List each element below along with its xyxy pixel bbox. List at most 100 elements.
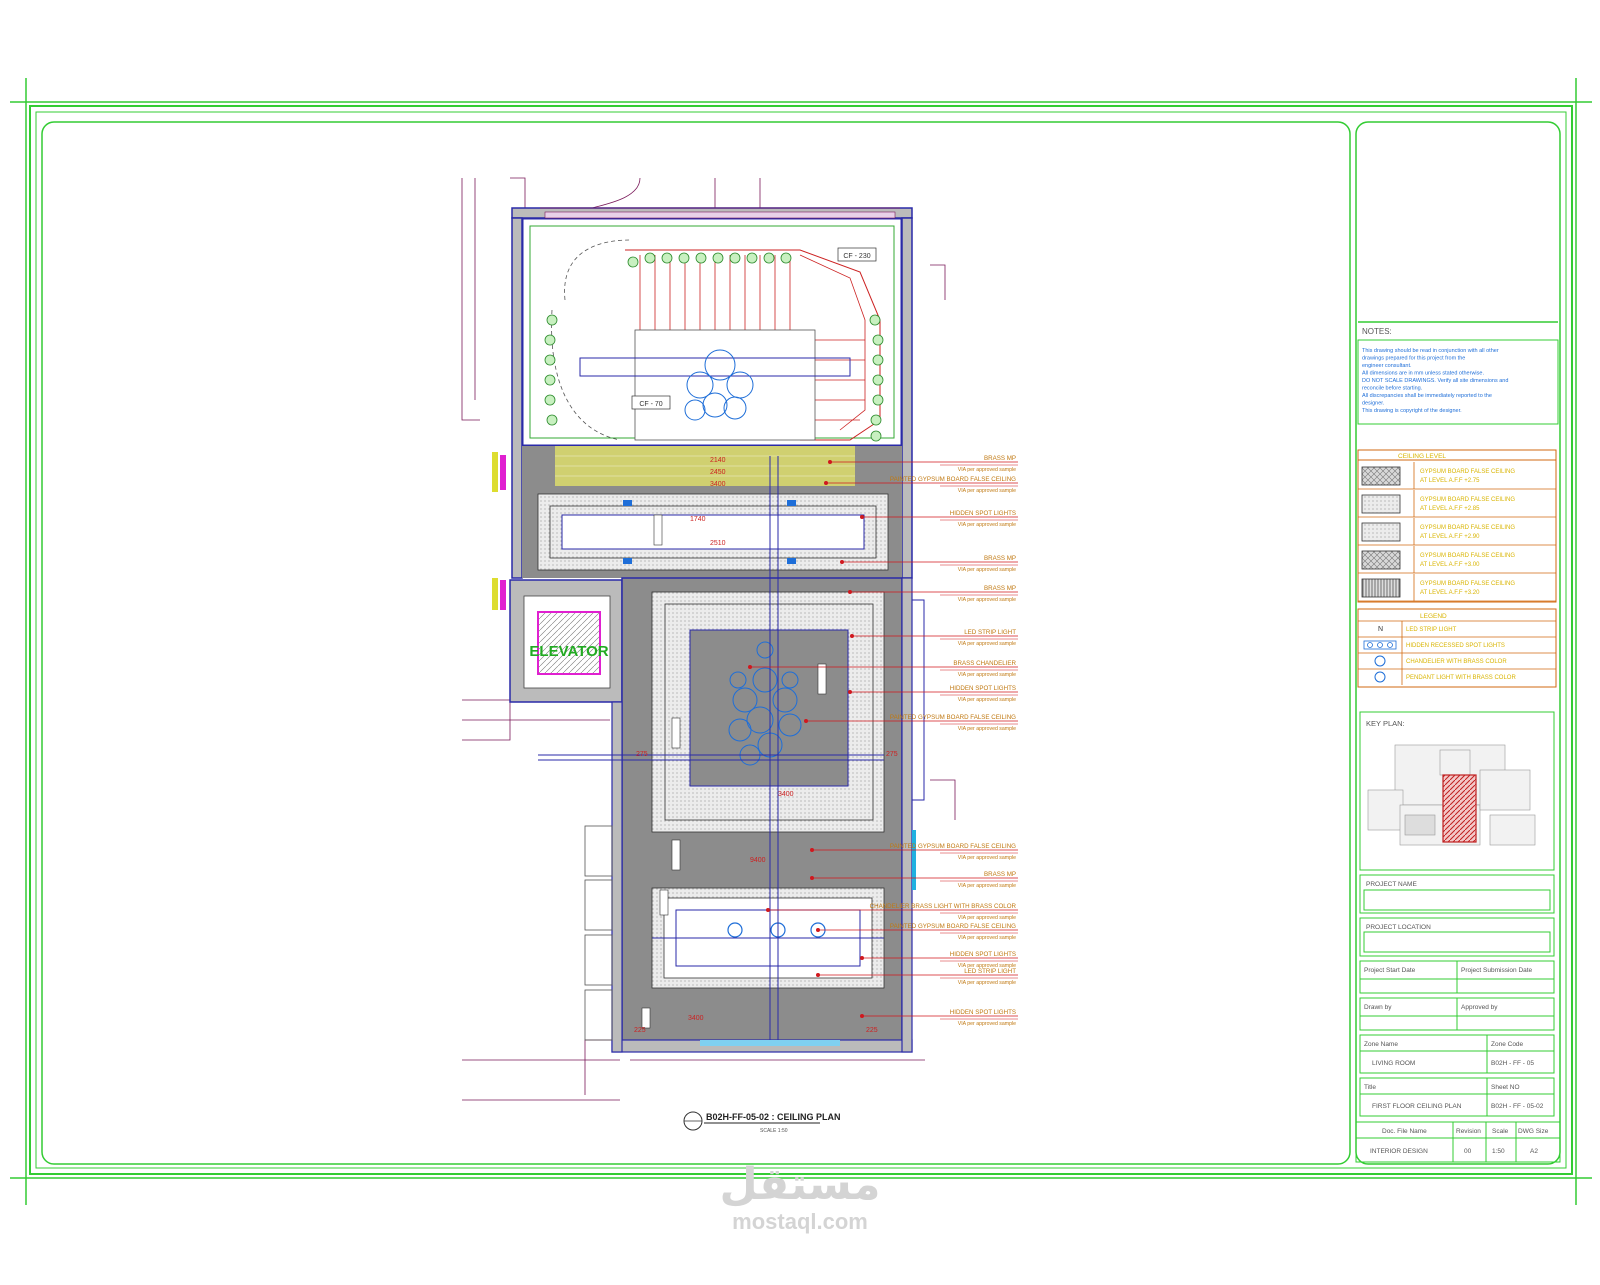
ceiling-level-title: CEILING LEVEL bbox=[1398, 453, 1446, 460]
key-plan-highlight bbox=[1442, 774, 1477, 843]
annotation-label: BRASS MP bbox=[984, 555, 1016, 562]
dimension: 225 bbox=[866, 1027, 878, 1034]
note-line: designer. bbox=[1362, 401, 1385, 407]
dwg-size-label: DWG Size bbox=[1518, 1128, 1549, 1135]
note-line: engineer consultant. bbox=[1362, 363, 1412, 369]
annotation-note: VIA per approved sample bbox=[958, 567, 1016, 573]
elevator-label: ELEVATOR bbox=[529, 643, 608, 660]
doc-file-label: Doc. File Name bbox=[1382, 1128, 1427, 1135]
annotation-label: PAINTED GYPSUM BOARD FALSE CEILING bbox=[890, 843, 1016, 850]
legend-symbol: N bbox=[1378, 626, 1383, 633]
annotation-label: BRASS MP bbox=[984, 871, 1016, 878]
annotation-note: VIA per approved sample bbox=[958, 641, 1016, 647]
dimension: 3400 bbox=[710, 481, 726, 488]
legend-label: LED STRIP LIGHT bbox=[1406, 627, 1457, 633]
note-line: drawings prepared for this project from … bbox=[1362, 356, 1465, 362]
dimension: 225 bbox=[634, 1027, 646, 1034]
annotation-note: VIA per approved sample bbox=[958, 697, 1016, 703]
ceiling-swatch bbox=[1361, 494, 1401, 514]
zone-code: B02H - FF - 05 bbox=[1491, 1060, 1534, 1067]
note-line: This drawing should be read in conjuncti… bbox=[1362, 348, 1499, 354]
legend-label: CHANDELIER WITH BRASS COLOR bbox=[1406, 659, 1507, 665]
start-date-label: Project Start Date bbox=[1364, 967, 1416, 974]
dimension: 275 bbox=[636, 751, 648, 758]
title-label: Title bbox=[1364, 1084, 1376, 1091]
ceiling-level-line1: GYPSUM BOARD FALSE CEILING bbox=[1420, 469, 1515, 475]
dimension: 2510 bbox=[710, 540, 726, 547]
annotation-note: VIA per approved sample bbox=[958, 1021, 1016, 1027]
dimension: 2450 bbox=[710, 469, 726, 476]
ceiling-level-line1: GYPSUM BOARD FALSE CEILING bbox=[1420, 581, 1515, 587]
annotation-label: CHANDELIER BRASS LIGHT WITH BRASS COLOR bbox=[870, 903, 1017, 910]
project-location-label: PROJECT LOCATION bbox=[1366, 924, 1431, 931]
zone-code-label: Zone Code bbox=[1491, 1041, 1524, 1048]
chandelier-icon bbox=[1374, 655, 1386, 667]
zone-name: LIVING ROOM bbox=[1372, 1060, 1415, 1067]
project-name-label: PROJECT NAME bbox=[1366, 881, 1417, 888]
dimension: 2140 bbox=[710, 457, 726, 464]
dimension: 1740 bbox=[690, 516, 706, 523]
annotation-label: PAINTED GYPSUM BOARD FALSE CEILING bbox=[890, 714, 1016, 721]
note-line: reconcile before starting. bbox=[1362, 386, 1423, 392]
annotation-label: HIDDEN SPOT LIGHTS bbox=[950, 685, 1016, 692]
ceiling-swatch bbox=[1361, 522, 1401, 542]
plan-title-block: B02H-FF-05-02 : CEILING PLAN SCALE 1:50 bbox=[683, 1111, 841, 1134]
annotation-note: VIA per approved sample bbox=[958, 488, 1016, 494]
annotation-label: LED STRIP LIGHT bbox=[964, 968, 1016, 975]
legend-label: PENDANT LIGHT WITH BRASS COLOR bbox=[1406, 675, 1516, 681]
ceiling-level-line1: GYPSUM BOARD FALSE CEILING bbox=[1420, 525, 1515, 531]
note-line: All dimensions are in mm unless stated o… bbox=[1362, 371, 1484, 377]
ceiling-level-line1: GYPSUM BOARD FALSE CEILING bbox=[1420, 497, 1515, 503]
plan-title: B02H-FF-05-02 : CEILING PLAN bbox=[706, 1112, 841, 1122]
annotation-note: VIA per approved sample bbox=[958, 915, 1016, 921]
ceiling-level-line2: AT LEVEL A.F.F +2.75 bbox=[1420, 478, 1480, 484]
note-line: This drawing is copyright of the designe… bbox=[1362, 408, 1462, 414]
ceiling-level-line2: AT LEVEL A.F.F +2.85 bbox=[1420, 506, 1480, 512]
scale: 1:50 bbox=[1492, 1148, 1505, 1155]
annotation-note: VIA per approved sample bbox=[958, 883, 1016, 889]
watermark: مستقل mostaql.com bbox=[640, 1160, 960, 1234]
annotation-note: VIA per approved sample bbox=[958, 726, 1016, 732]
dimension: 275 bbox=[886, 751, 898, 758]
dwg-size: A2 bbox=[1530, 1148, 1538, 1155]
annotation-label: BRASS CHANDELIER bbox=[953, 660, 1016, 667]
notes-title: NOTES: bbox=[1362, 327, 1392, 336]
annotation-label: PAINTED GYPSUM BOARD FALSE CEILING bbox=[890, 923, 1016, 930]
ceiling-swatch bbox=[1361, 466, 1401, 486]
sheet-no: B02H - FF - 05-02 bbox=[1491, 1103, 1544, 1110]
dimension: 3400 bbox=[778, 791, 794, 798]
ceiling-level-line1: GYPSUM BOARD FALSE CEILING bbox=[1420, 553, 1515, 559]
key-plan-title: KEY PLAN: bbox=[1366, 719, 1405, 728]
revision-label: Revision bbox=[1456, 1128, 1481, 1135]
scale-label: Scale bbox=[1492, 1128, 1509, 1135]
watermark-latin: mostaql.com bbox=[732, 1209, 868, 1234]
dimension: 9400 bbox=[750, 857, 766, 864]
title-value: FIRST FLOOR CEILING PLAN bbox=[1372, 1103, 1462, 1110]
plan-scale: SCALE 1:50 bbox=[760, 1128, 788, 1134]
annotation-note: VIA per approved sample bbox=[958, 935, 1016, 941]
approved-by-label: Approved by bbox=[1461, 1004, 1498, 1011]
annotation-note: VIA per approved sample bbox=[958, 980, 1016, 986]
room-tag-text: CF - 230 bbox=[843, 253, 870, 260]
annotation-label: HIDDEN SPOT LIGHTS bbox=[950, 1009, 1016, 1016]
ceiling-level-line2: AT LEVEL A.F.F +3.20 bbox=[1420, 590, 1480, 596]
annotation-label: HIDDEN SPOT LIGHTS bbox=[950, 510, 1016, 517]
ceiling-swatch bbox=[1361, 550, 1401, 570]
doc-file: INTERIOR DESIGN bbox=[1370, 1148, 1428, 1155]
annotation-label: BRASS MP bbox=[984, 585, 1016, 592]
annotation-label: BRASS MP bbox=[984, 455, 1016, 462]
annotation-note: VIA per approved sample bbox=[958, 855, 1016, 861]
note-line: DO NOT SCALE DRAWINGS. Verify all site d… bbox=[1362, 378, 1508, 384]
annotation-label: HIDDEN SPOT LIGHTS bbox=[950, 951, 1016, 958]
ceiling-swatch bbox=[1361, 578, 1401, 598]
title-block: NOTES: This drawing should be read in co… bbox=[1355, 321, 1561, 1163]
annotation-label: PAINTED GYPSUM BOARD FALSE CEILING bbox=[890, 476, 1016, 483]
revision: 00 bbox=[1464, 1148, 1472, 1155]
legend-title: LEGEND bbox=[1420, 613, 1447, 620]
ceiling-level-line2: AT LEVEL A.F.F +3.00 bbox=[1420, 562, 1480, 568]
annotation-label: LED STRIP LIGHT bbox=[964, 629, 1016, 636]
annotation-note: VIA per approved sample bbox=[958, 522, 1016, 528]
watermark-arabic: مستقل bbox=[719, 1159, 881, 1210]
dimension: 3400 bbox=[688, 1015, 704, 1022]
drawn-by-label: Drawn by bbox=[1364, 1004, 1392, 1011]
